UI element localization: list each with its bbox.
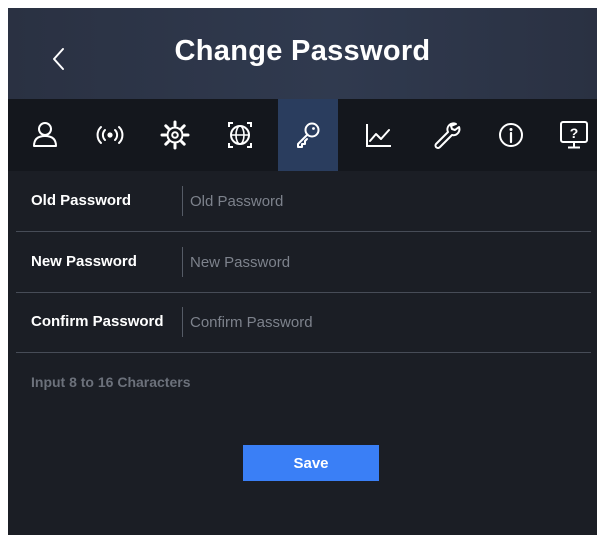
svg-text:?: ?: [570, 125, 579, 141]
field-divider: [182, 307, 183, 337]
new-password-label: New Password: [31, 253, 137, 270]
field-divider: [182, 186, 183, 216]
globe-network-icon: [228, 122, 252, 148]
gear-icon: [160, 120, 190, 150]
user-icon: [33, 122, 57, 147]
info-icon: [499, 123, 523, 147]
header: Change Password: [8, 8, 597, 99]
confirm-password-row: Confirm Password: [16, 292, 591, 353]
page-title: Change Password: [174, 35, 431, 67]
tab-user[interactable]: [15, 99, 75, 171]
app-window: Change Password ? Old Password New Passw…: [8, 8, 597, 535]
new-password-row: New Password: [16, 232, 591, 293]
tab-statistics[interactable]: [348, 99, 408, 171]
new-password-field[interactable]: [190, 246, 570, 278]
save-button[interactable]: Save: [243, 445, 379, 481]
tab-wireless[interactable]: [80, 99, 140, 171]
help-monitor-icon: ?: [560, 121, 588, 149]
confirm-password-field[interactable]: [190, 306, 570, 338]
settings-tab-bar: ?: [8, 99, 597, 171]
tab-info[interactable]: [481, 99, 541, 171]
wrench-icon: [434, 122, 461, 149]
old-password-label: Old Password: [31, 192, 132, 209]
tab-maintenance[interactable]: [416, 99, 476, 171]
tab-network[interactable]: [210, 99, 270, 171]
tab-password[interactable]: [278, 99, 338, 171]
key-icon: [297, 122, 320, 148]
confirm-password-label: Confirm Password: [31, 313, 164, 330]
tab-help[interactable]: ?: [544, 99, 597, 171]
old-password-row: Old Password: [16, 171, 591, 232]
wireless-signal-icon: [96, 126, 124, 144]
field-divider: [182, 247, 183, 277]
old-password-field[interactable]: [190, 185, 570, 217]
password-hint: Input 8 to 16 Characters: [31, 374, 191, 390]
line-chart-icon: [366, 124, 391, 147]
tab-settings[interactable]: [145, 99, 205, 171]
